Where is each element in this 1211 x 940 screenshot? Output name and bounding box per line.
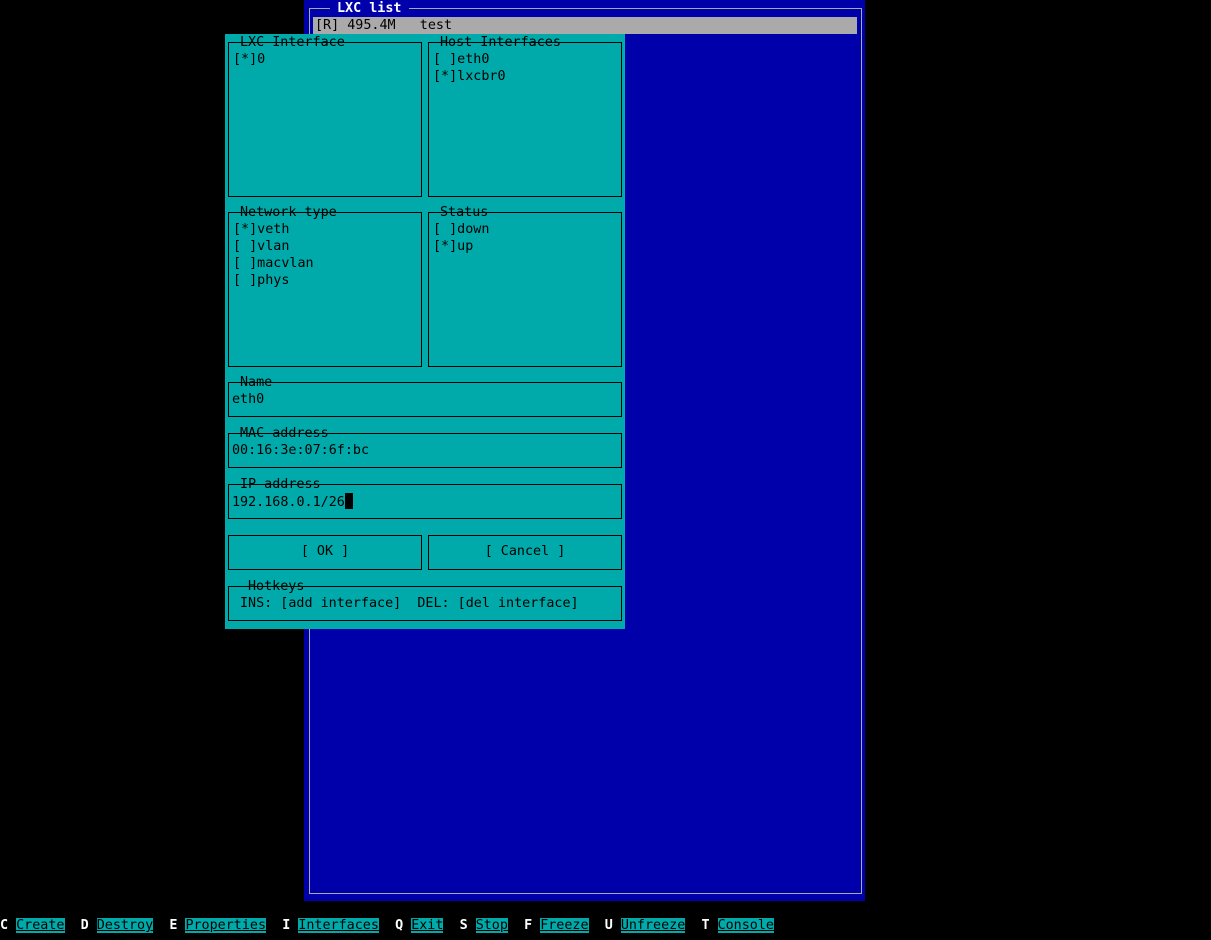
status-down[interactable]: [ ]down bbox=[433, 221, 489, 238]
name-field[interactable]: Name eth0 bbox=[228, 375, 622, 417]
hotkeys-text: INS: [add interface] DEL: [del interface… bbox=[240, 596, 579, 611]
menu-console[interactable]: Console bbox=[717, 918, 774, 933]
host-interfaces-label: Host Interfaces bbox=[440, 35, 561, 50]
menu-exit[interactable]: Exit bbox=[411, 918, 444, 933]
network-type-label: Network type bbox=[240, 205, 337, 220]
menu-key-unfreeze: U bbox=[604, 918, 613, 933]
ip-address-value: 192.168.0.1/26 bbox=[232, 495, 345, 510]
network-type-vlan[interactable]: [ ]vlan bbox=[233, 238, 314, 255]
ip-address-label: IP address bbox=[240, 477, 321, 492]
ok-button[interactable]: [ OK ] bbox=[228, 535, 422, 570]
menu-freeze[interactable]: Freeze bbox=[540, 918, 589, 933]
menu-create[interactable]: Create bbox=[16, 918, 65, 933]
menu-destroy[interactable]: Destroy bbox=[96, 918, 154, 933]
lxc-interface-box: LXC Interface [*]0 bbox=[228, 35, 422, 197]
hotkeys-box: Hotkeys INS: [add interface] DEL: [del i… bbox=[228, 579, 622, 621]
lxc-interface-label: LXC Interface bbox=[240, 35, 345, 50]
lxc-list-title: LXC list bbox=[330, 0, 409, 17]
menu-key-properties: E bbox=[169, 918, 178, 933]
interfaces-dialog: LXC Interface [*]0 Host Interfaces [ ]et… bbox=[225, 34, 625, 629]
lxc-interface-item[interactable]: [*]0 bbox=[233, 51, 265, 68]
name-label: Name bbox=[240, 375, 273, 390]
network-type-macvlan[interactable]: [ ]macvlan bbox=[233, 255, 314, 272]
menu-unfreeze[interactable]: Unfreeze bbox=[620, 918, 686, 933]
menu-key-destroy: D bbox=[80, 918, 89, 933]
network-type-box: Network type [*]veth [ ]vlan [ ]macvlan … bbox=[228, 205, 422, 367]
menu-stop[interactable]: Stop bbox=[475, 918, 508, 933]
menu-interfaces[interactable]: Interfaces bbox=[298, 918, 379, 933]
menu-properties[interactable]: Properties bbox=[185, 918, 267, 933]
ip-address-field[interactable]: IP address 192.168.0.1/26 bbox=[228, 477, 622, 519]
mac-address-value[interactable]: 00:16:3e:07:6f:bc bbox=[232, 442, 369, 459]
menu-key-console: T bbox=[701, 918, 710, 933]
menu-key-freeze: F bbox=[524, 918, 533, 933]
host-interface-item-lxcbr0[interactable]: [*]lxcbr0 bbox=[433, 68, 506, 85]
status-box: Status [ ]down [*]up bbox=[428, 205, 622, 367]
status-up[interactable]: [*]up bbox=[433, 238, 489, 255]
cancel-button[interactable]: [ Cancel ] bbox=[428, 535, 622, 570]
network-type-veth[interactable]: [*]veth bbox=[233, 221, 314, 238]
network-type-phys[interactable]: [ ]phys bbox=[233, 272, 314, 289]
menu-key-create: C bbox=[0, 918, 9, 933]
command-bar: C Create D Destroy E Properties I Interf… bbox=[0, 917, 774, 934]
menu-key-stop: S bbox=[459, 918, 468, 933]
text-cursor bbox=[344, 493, 353, 509]
menu-key-interfaces: I bbox=[282, 918, 291, 933]
ip-address-input[interactable]: 192.168.0.1/26 bbox=[232, 493, 353, 511]
mac-address-label: MAC address bbox=[240, 426, 329, 441]
hotkeys-label: Hotkeys bbox=[248, 579, 305, 594]
status-label: Status bbox=[440, 205, 489, 220]
menu-key-exit: Q bbox=[395, 918, 404, 933]
container-row[interactable]: [R] 495.4M test bbox=[313, 17, 857, 34]
host-interfaces-box: Host Interfaces [ ]eth0 [*]lxcbr0 bbox=[428, 35, 622, 197]
host-interface-item-eth0[interactable]: [ ]eth0 bbox=[433, 51, 506, 68]
name-value[interactable]: eth0 bbox=[232, 391, 264, 408]
mac-address-field[interactable]: MAC address 00:16:3e:07:6f:bc bbox=[228, 426, 622, 468]
